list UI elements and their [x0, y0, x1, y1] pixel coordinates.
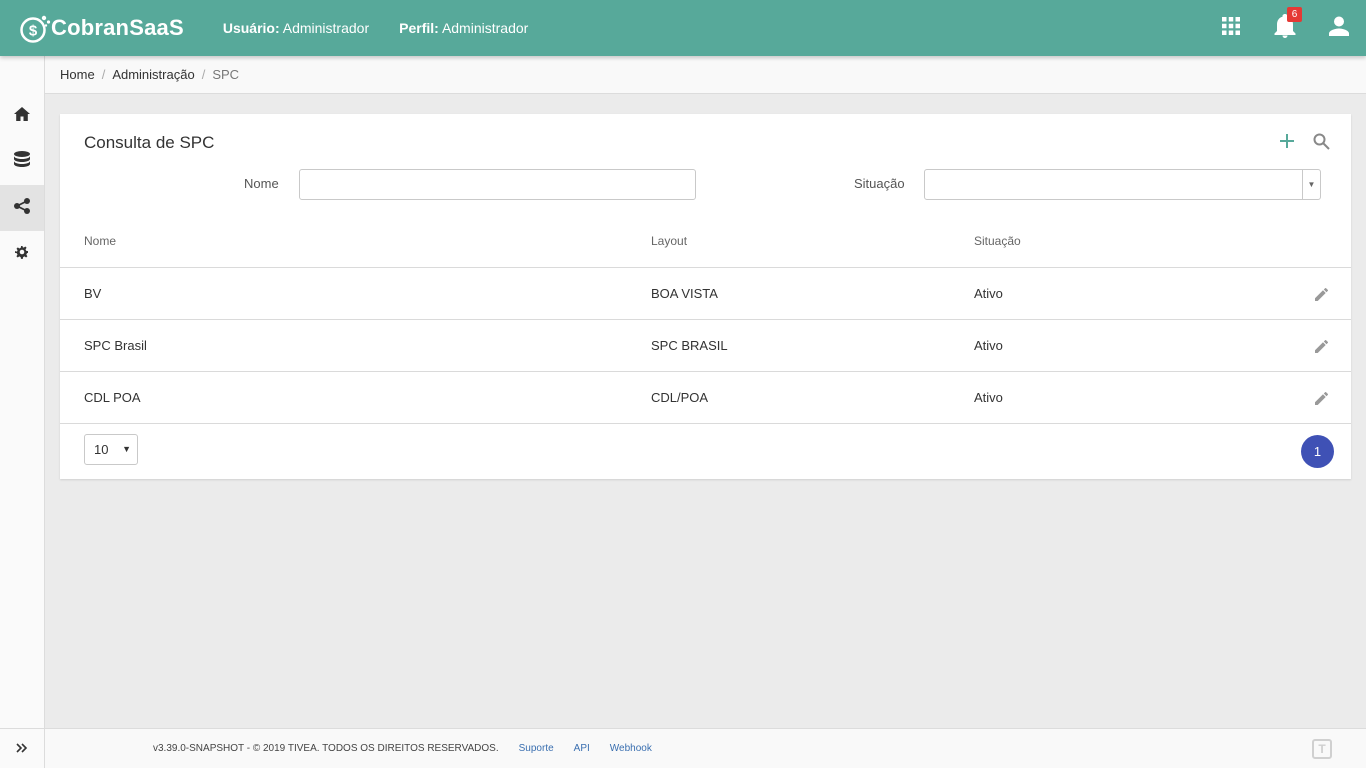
svg-text:$: $: [29, 23, 38, 40]
cell-situacao: Ativo: [974, 390, 1003, 405]
plus-icon: [1280, 134, 1294, 148]
page-title: Consulta de SPC: [84, 133, 215, 152]
column-header-situacao[interactable]: Situação: [974, 234, 1021, 248]
footer-link-api[interactable]: API: [574, 743, 590, 754]
share-icon: [14, 197, 30, 219]
edit-button[interactable]: [1313, 338, 1329, 354]
column-header-layout[interactable]: Layout: [651, 234, 687, 248]
cobransaas-logo-icon: $: [19, 13, 51, 43]
gear-icon: [14, 244, 30, 265]
cell-layout: CDL/POA: [651, 390, 709, 405]
profile-label: Perfil:: [399, 20, 439, 36]
sidebar-item-database[interactable]: [0, 139, 44, 185]
user-label: Usuário:: [222, 20, 280, 36]
sidebar-item-home[interactable]: [0, 93, 44, 139]
home-icon: [14, 106, 30, 126]
tivea-logo: T: [1312, 739, 1332, 759]
cell-nome: BV: [84, 286, 102, 301]
nome-filter-label: Nome: [244, 176, 279, 191]
top-actions: 6: [1204, 0, 1366, 56]
cell-layout: SPC BRASIL: [651, 338, 728, 353]
sidebar-item-share[interactable]: [0, 185, 44, 231]
apps-grid-icon: [1222, 16, 1240, 40]
app-name: CobranSaaS: [51, 15, 184, 40]
search-button[interactable]: [1311, 130, 1331, 152]
situacao-filter-label: Situação: [854, 176, 905, 191]
user-menu-button[interactable]: [1312, 0, 1366, 56]
caret-down-icon: ▼: [1302, 170, 1320, 199]
database-icon: [14, 150, 30, 174]
breadcrumb-home[interactable]: Home: [60, 67, 95, 82]
pencil-icon: [1314, 391, 1328, 405]
pencil-icon: [1314, 287, 1328, 301]
sidebar-menu: [0, 93, 44, 277]
profile-value: Administrador: [441, 20, 529, 36]
notifications-button[interactable]: 6: [1258, 0, 1312, 56]
double-chevron-right-icon: [16, 740, 28, 758]
add-button[interactable]: [1277, 130, 1297, 152]
profile-field: Perfil: Administrador: [399, 20, 528, 36]
breadcrumb-separator: /: [101, 67, 106, 82]
app-logo[interactable]: $ CobranSaaS: [19, 13, 184, 43]
footer-link-webhook[interactable]: Webhook: [610, 743, 652, 754]
copyright-text: v3.39.0-SNAPSHOT - © 2019 TIVEA. TODOS O…: [153, 743, 499, 754]
pagination-page-button[interactable]: 1: [1301, 435, 1334, 468]
cell-nome: CDL POA: [84, 390, 141, 405]
search-icon: [1313, 133, 1330, 150]
breadcrumb: Home / Administração / SPC: [45, 56, 1366, 94]
breadcrumb-separator: /: [201, 67, 206, 82]
cell-nome: SPC Brasil: [84, 338, 147, 353]
user-info: Usuário: Administrador Perfil: Administr…: [223, 20, 528, 36]
sidebar-item-settings[interactable]: [0, 231, 44, 277]
table-row[interactable]: BV BOA VISTA Ativo: [60, 268, 1351, 320]
table-header: Nome Layout Situação: [60, 216, 1351, 268]
top-bar: $ CobranSaaS Usuário: Administrador Perf…: [0, 0, 1366, 56]
sidebar: [0, 56, 45, 768]
caret-down-icon: ▼: [122, 444, 131, 454]
card-actions: [1277, 130, 1331, 152]
spc-search-card: Consulta de SPC Nome Situação ▼ Nome Lay…: [60, 114, 1351, 479]
apps-button[interactable]: [1204, 0, 1258, 56]
nome-filter-input[interactable]: [299, 169, 696, 200]
pencil-icon: [1314, 339, 1328, 353]
edit-button[interactable]: [1313, 286, 1329, 302]
user-value: Administrador: [282, 20, 370, 36]
cell-situacao: Ativo: [974, 286, 1003, 301]
table-row[interactable]: SPC Brasil SPC BRASIL Ativo: [60, 320, 1351, 372]
user-field: Usuário: Administrador: [223, 20, 369, 36]
user-icon: [1329, 16, 1349, 41]
page-size-value: 10: [94, 442, 109, 457]
page-size-select[interactable]: 10 ▼: [84, 434, 138, 465]
breadcrumb-current: SPC: [212, 67, 240, 82]
sidebar-expand-button[interactable]: [0, 728, 44, 768]
edit-button[interactable]: [1313, 390, 1329, 406]
cell-layout: BOA VISTA: [651, 286, 718, 301]
footer: v3.39.0-SNAPSHOT - © 2019 TIVEA. TODOS O…: [45, 728, 1366, 768]
column-header-nome[interactable]: Nome: [84, 234, 116, 248]
footer-link-suporte[interactable]: Suporte: [519, 743, 554, 754]
breadcrumb-administracao[interactable]: Administração: [112, 67, 194, 82]
cell-situacao: Ativo: [974, 338, 1003, 353]
notification-badge: 6: [1287, 7, 1302, 22]
table-row[interactable]: CDL POA CDL/POA Ativo: [60, 372, 1351, 424]
situacao-filter-select[interactable]: ▼: [924, 169, 1321, 200]
spc-table: Nome Layout Situação BV BOA VISTA Ativo …: [60, 216, 1351, 424]
